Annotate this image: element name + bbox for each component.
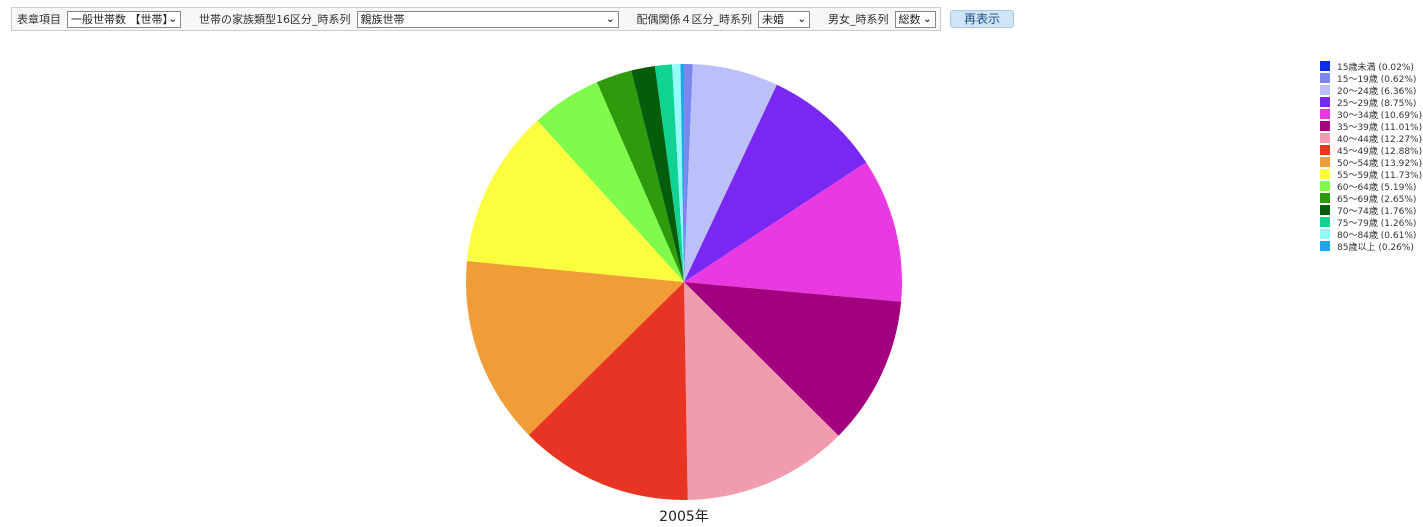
legend-swatch: [1320, 181, 1330, 191]
legend-item-15[interactable]: 85歳以上 (0.26%): [1320, 240, 1422, 253]
legend-swatch: [1320, 97, 1330, 107]
legend-item-6[interactable]: 40～44歳 (12.27%): [1320, 132, 1422, 145]
legend-item-10[interactable]: 60～64歳 (5.19%): [1320, 180, 1422, 193]
legend-item-8[interactable]: 50～54歳 (13.92%): [1320, 156, 1422, 169]
legend-item-4[interactable]: 30～34歳 (10.69%): [1320, 108, 1422, 121]
legend-swatch: [1320, 217, 1330, 227]
legend-swatch: [1320, 121, 1330, 131]
legend-item-13[interactable]: 75～79歳 (1.26%): [1320, 216, 1422, 229]
legend-swatch: [1320, 229, 1330, 239]
legend-item-11[interactable]: 65～69歳 (2.65%): [1320, 192, 1422, 205]
legend-swatch: [1320, 157, 1330, 167]
legend-item-5[interactable]: 35～39歳 (11.01%): [1320, 120, 1422, 133]
legend-item-0[interactable]: 15歳未満 (0.02%): [1320, 60, 1422, 73]
legend-swatch: [1320, 169, 1330, 179]
legend-item-14[interactable]: 80～84歳 (0.61%): [1320, 228, 1422, 241]
legend-swatch: [1320, 205, 1330, 215]
legend-swatch: [1320, 85, 1330, 95]
legend-swatch: [1320, 193, 1330, 203]
legend-swatch: [1320, 73, 1330, 83]
legend-item-3[interactable]: 25～29歳 (8.75%): [1320, 96, 1422, 109]
legend-swatch: [1320, 61, 1330, 71]
legend-swatch: [1320, 145, 1330, 155]
legend-swatch: [1320, 241, 1330, 251]
legend-item-12[interactable]: 70～74歳 (1.76%): [1320, 204, 1422, 217]
chart-title: 2005年: [659, 509, 709, 525]
chart-legend: 15歳未満 (0.02%) 15～19歳 (0.62%) 20～24歳 (6.36%…: [1320, 60, 1422, 253]
legend-swatch: [1320, 133, 1330, 143]
legend-item-1[interactable]: 15～19歳 (0.62%): [1320, 72, 1422, 85]
legend-item-7[interactable]: 45～49歳 (12.88%): [1320, 144, 1422, 157]
legend-swatch: [1320, 109, 1330, 119]
legend-label: 85歳以上 (0.26%): [1337, 242, 1414, 253]
legend-item-2[interactable]: 20～24歳 (6.36%): [1320, 84, 1422, 97]
pie-chart: [465, 63, 902, 501]
legend-item-9[interactable]: 55～59歳 (11.73%): [1320, 168, 1422, 181]
